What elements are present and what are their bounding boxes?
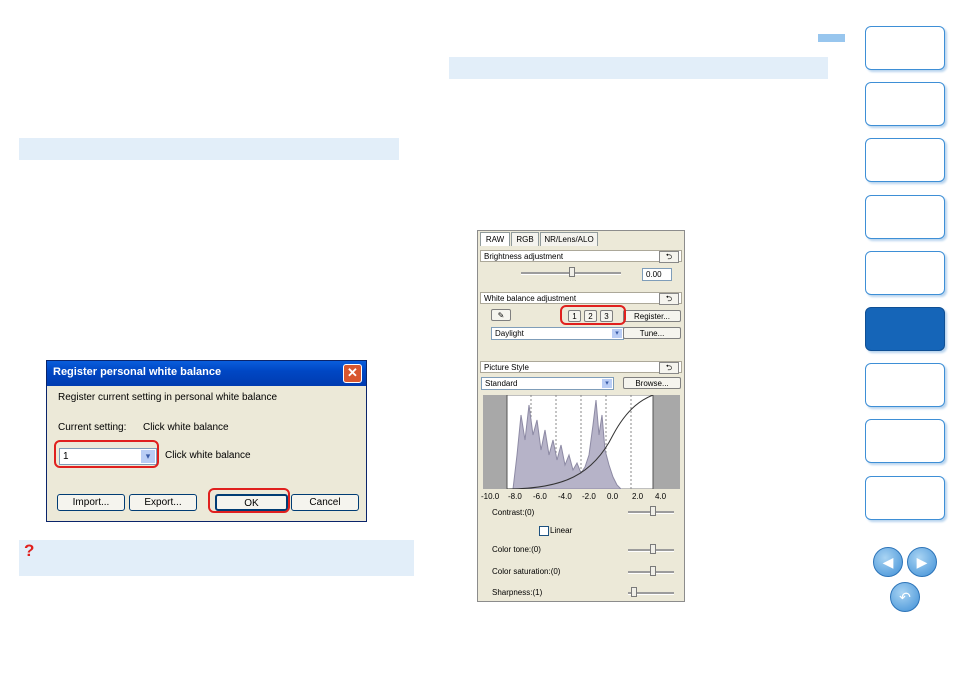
dialog-titlebar: Register personal white balance ✕ [47,361,366,386]
tip-bar: ? [19,540,414,576]
sharpness-label: Sharpness:(1) [492,588,543,597]
browse-button[interactable]: Browse... [623,377,681,389]
axis-tick: -6.0 [533,492,547,501]
contrast-slider-thumb[interactable] [650,506,656,516]
select-label: Click white balance [165,450,251,461]
wb-preset-value: Daylight [495,329,524,338]
tune-button[interactable]: Tune... [623,327,681,339]
section-header-bar-left [19,138,399,160]
nav-button-1[interactable] [865,26,945,70]
reset-icon[interactable]: ⮌ [659,251,679,263]
tab-raw[interactable]: RAW [480,232,510,246]
brightness-value: 0.00 [646,270,662,279]
close-icon[interactable]: ✕ [343,364,362,383]
chevron-down-icon[interactable]: ▾ [612,329,622,338]
dialog-message: Register current setting in personal whi… [58,392,278,403]
nav-button-2[interactable] [865,82,945,126]
white-balance-header: White balance adjustment ⮌ [480,292,682,305]
axis-tick: 0.0 [607,492,619,501]
current-setting-value: Click white balance [143,422,229,433]
nav-button-4[interactable] [865,195,945,239]
section-header-bar-right [449,57,828,79]
linear-checkbox[interactable] [539,526,549,536]
nav-button-3[interactable] [865,138,945,182]
brightness-header: Brightness adjustment ⮌ [480,250,682,263]
highlight-select [54,440,159,468]
picture-style-title: Picture Style [484,363,529,372]
cancel-button[interactable]: Cancel [291,494,359,511]
highlight-wb-slots [560,305,626,325]
sharpness-slider-thumb[interactable] [631,587,637,597]
color-tone-slider-thumb[interactable] [650,544,656,554]
brightness-title: Brightness adjustment [484,252,564,261]
picture-style-select[interactable]: Standard ▾ [481,377,614,390]
page-marker [818,34,845,42]
register-button[interactable]: Register... [623,310,681,322]
contrast-label: Contrast:(0) [492,508,535,517]
import-button[interactable]: Import... [57,494,125,511]
nav-button-6-active[interactable] [865,307,945,351]
previous-page-icon[interactable]: ◀ [873,547,903,577]
nav-button-7[interactable] [865,363,945,407]
reset-icon[interactable]: ⮌ [659,362,679,374]
axis-tick: -2.0 [582,492,596,501]
brightness-slider-thumb[interactable] [569,267,575,277]
axis-tick: 2.0 [632,492,644,501]
axis-tick: -4.0 [558,492,572,501]
axis-tick: -8.0 [508,492,522,501]
wb-preset-select[interactable]: Daylight ▾ [491,327,624,340]
tab-nr-lens-alo[interactable]: NR/Lens/ALO [540,232,598,246]
picture-style-header: Picture Style ⮌ [480,361,682,374]
axis-tick: -10.0 [481,492,500,501]
picture-style-value: Standard [485,379,518,388]
question-icon: ? [24,541,35,560]
nav-button-9[interactable] [865,476,945,520]
brightness-value-field[interactable]: 0.00 [642,268,672,281]
chevron-down-icon[interactable]: ▾ [602,379,612,388]
color-saturation-slider-thumb[interactable] [650,566,656,576]
tool-palette: RAW RGB NR/Lens/ALO Brightness adjustmen… [477,230,685,602]
current-setting-label: Current setting: [58,422,127,433]
axis-tick: 4.0 [655,492,667,501]
return-icon[interactable]: ↶ [890,582,920,612]
color-saturation-label: Color saturation:(0) [492,567,561,576]
eyedropper-icon[interactable]: ✎ [491,309,511,321]
dialog-title: Register personal white balance [53,366,222,378]
next-page-icon[interactable]: ▶ [907,547,937,577]
white-balance-title: White balance adjustment [484,294,577,303]
export-button[interactable]: Export... [129,494,197,511]
highlight-ok [208,488,290,513]
linear-label: Linear [550,526,573,535]
color-tone-label: Color tone:(0) [492,545,541,554]
nav-button-8[interactable] [865,419,945,463]
reset-icon[interactable]: ⮌ [659,293,679,305]
nav-button-5[interactable] [865,251,945,295]
tone-curve-histogram[interactable] [483,395,680,489]
tab-rgb[interactable]: RGB [511,232,539,246]
